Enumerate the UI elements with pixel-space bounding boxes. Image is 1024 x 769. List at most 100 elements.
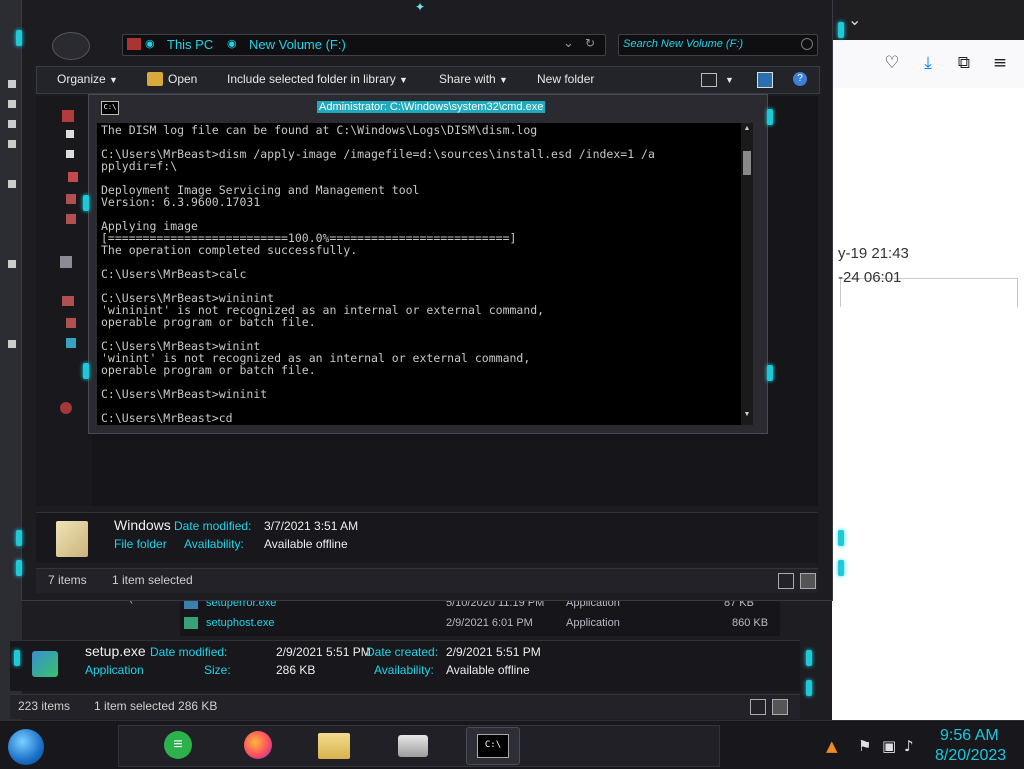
chevron-down-icon[interactable]: ▼ — [499, 75, 508, 85]
details-label: Date created: — [366, 645, 439, 659]
scroll-up-icon[interactable]: ▲ — [743, 125, 751, 133]
feedly-icon: ≡ — [164, 731, 192, 759]
frame-accent — [83, 195, 89, 211]
help-icon[interactable]: ? — [793, 72, 807, 86]
chevron-down-icon[interactable]: ⌄ — [563, 35, 574, 51]
large-icons-view-icon[interactable] — [772, 699, 788, 715]
volume-icon[interactable]: ♪ — [904, 737, 914, 755]
frame-accent — [838, 560, 844, 576]
vertical-scrollbar[interactable]: ▲ ▼ — [741, 123, 753, 425]
details-label: Availability: — [184, 537, 244, 551]
table-row[interactable]: setuphost.exe 2/9/2021 6:01 PM Applicati… — [180, 614, 780, 634]
firefox-button[interactable] — [232, 727, 284, 763]
chevron-down-icon[interactable]: ▼ — [399, 75, 408, 85]
details-value: Available offline — [446, 663, 530, 677]
cmd-taskbar-button[interactable]: C:\ — [466, 727, 520, 765]
nav-item-icon[interactable] — [66, 130, 74, 138]
details-file-type: Application — [85, 663, 144, 677]
breadcrumb-volume[interactable]: New Volume (F:) — [249, 37, 346, 52]
address-bar[interactable]: ◉ This PC ◉ New Volume (F:) ⌄ ↻ — [122, 34, 606, 56]
file-explorer-button[interactable] — [308, 727, 360, 763]
organize-button[interactable]: Organize — [57, 72, 106, 86]
cmd-window-icon[interactable]: C:\ — [101, 101, 119, 115]
details-value: Available offline — [264, 537, 348, 551]
scanner-button[interactable] — [388, 727, 440, 763]
chevron-right-icon[interactable]: ◉ — [145, 37, 155, 50]
cmd-icon: C:\ — [477, 734, 509, 758]
details-file-name: setup.exe — [85, 643, 146, 659]
resize-handle-icon[interactable]: ✦ — [412, 0, 428, 14]
frame-accent — [16, 560, 22, 576]
network-icon[interactable]: ▣ — [882, 737, 896, 755]
firefox-icon — [244, 731, 272, 759]
back-forward-orb[interactable] — [52, 32, 90, 60]
nav-item-icon[interactable] — [66, 214, 76, 224]
start-orb[interactable] — [8, 729, 44, 765]
frame-accent — [83, 363, 89, 379]
chevron-down-icon[interactable]: ▼ — [109, 75, 118, 85]
frame-accent — [806, 680, 812, 696]
status-bar: 7 items 1 item selected — [36, 568, 818, 593]
nav-item-icon[interactable] — [60, 256, 72, 268]
scrollbar-thumb[interactable] — [743, 151, 751, 175]
frame-accent — [767, 109, 773, 125]
search-icon[interactable] — [801, 38, 813, 50]
details-label: Date modified: — [174, 519, 252, 533]
nav-item-icon[interactable] — [66, 194, 76, 204]
pocket-icon[interactable]: ♡ — [881, 52, 903, 74]
flag-icon[interactable]: ⚑ — [858, 737, 871, 755]
new-folder-button[interactable]: New folder — [537, 72, 594, 86]
open-button[interactable]: Open — [168, 72, 197, 86]
nav-item-icon[interactable] — [68, 172, 78, 182]
frame-accent — [838, 530, 844, 546]
nav-item-icon[interactable] — [66, 150, 74, 158]
frame-accent — [767, 365, 773, 381]
nav-item-icon[interactable] — [60, 402, 72, 414]
nav-item-icon[interactable] — [62, 110, 74, 122]
status-selection: 1 item selected 286 KB — [94, 699, 218, 713]
details-file-name: Windows — [114, 517, 171, 533]
breadcrumb-this-pc[interactable]: This PC — [167, 37, 213, 52]
frame-accent — [16, 530, 22, 546]
details-file-type: File folder — [114, 537, 167, 551]
browser-row-date: -24 06:01 — [838, 269, 902, 286]
browser-row-date: y-19 21:43 — [838, 245, 909, 262]
browser-titlebar: ⌄ — [832, 0, 1024, 40]
details-label: Availability: — [374, 663, 434, 677]
console-output[interactable]: The DISM log file can be found at C:\Win… — [97, 123, 753, 425]
preview-pane-icon[interactable] — [757, 72, 773, 88]
cmd-window[interactable]: C:\ Administrator: C:\Windows\system32\c… — [83, 94, 773, 434]
command-bar: Organize ▼ Open Include selected folder … — [36, 66, 820, 94]
details-label: Date modified: — [150, 645, 228, 659]
search-input[interactable]: Search New Volume (F:) — [618, 34, 818, 56]
frame-accent — [16, 30, 22, 46]
feedly-button[interactable]: ≡ — [152, 727, 204, 763]
details-view-icon[interactable] — [750, 699, 766, 715]
nav-item-icon[interactable] — [66, 318, 76, 328]
view-options-icon[interactable] — [701, 73, 717, 87]
large-icons-view-icon[interactable] — [800, 573, 816, 589]
clock-time[interactable]: 9:56 AM — [940, 727, 999, 745]
chevron-down-icon[interactable]: ▼ — [725, 75, 734, 85]
scroll-down-icon[interactable]: ▼ — [743, 411, 751, 419]
nav-item-icon[interactable] — [62, 296, 74, 306]
taskbar: ≡ C:\ ▲ ⚑ ▣ ♪ 9:56 AM 8/20/2023 — [0, 720, 1024, 769]
file-name: setuphost.exe — [206, 617, 275, 629]
file-explorer-icon — [318, 733, 350, 759]
share-with-button[interactable]: Share with — [439, 72, 496, 86]
open-folder-icon — [147, 72, 163, 86]
details-pane: setup.exe Application Date modified: 2/9… — [10, 640, 800, 691]
details-label: Size: — [204, 663, 231, 677]
include-in-library-button[interactable]: Include selected folder in library — [227, 72, 396, 86]
details-view-icon[interactable] — [778, 573, 794, 589]
nav-item-icon[interactable] — [66, 338, 76, 348]
download-icon[interactable]: ⤓ — [917, 52, 939, 74]
status-item-count: 223 items — [18, 699, 71, 713]
notification-icon[interactable]: ▲ — [826, 737, 838, 755]
menu-icon[interactable]: ≡ — [989, 52, 1011, 74]
chevron-right-icon[interactable]: ◉ — [227, 37, 237, 50]
refresh-icon[interactable]: ↻ — [585, 36, 595, 50]
extensions-icon[interactable]: ⧉ — [953, 52, 975, 74]
clock-date[interactable]: 8/20/2023 — [935, 747, 1006, 765]
chevron-down-icon[interactable]: ⌄ — [848, 10, 861, 29]
